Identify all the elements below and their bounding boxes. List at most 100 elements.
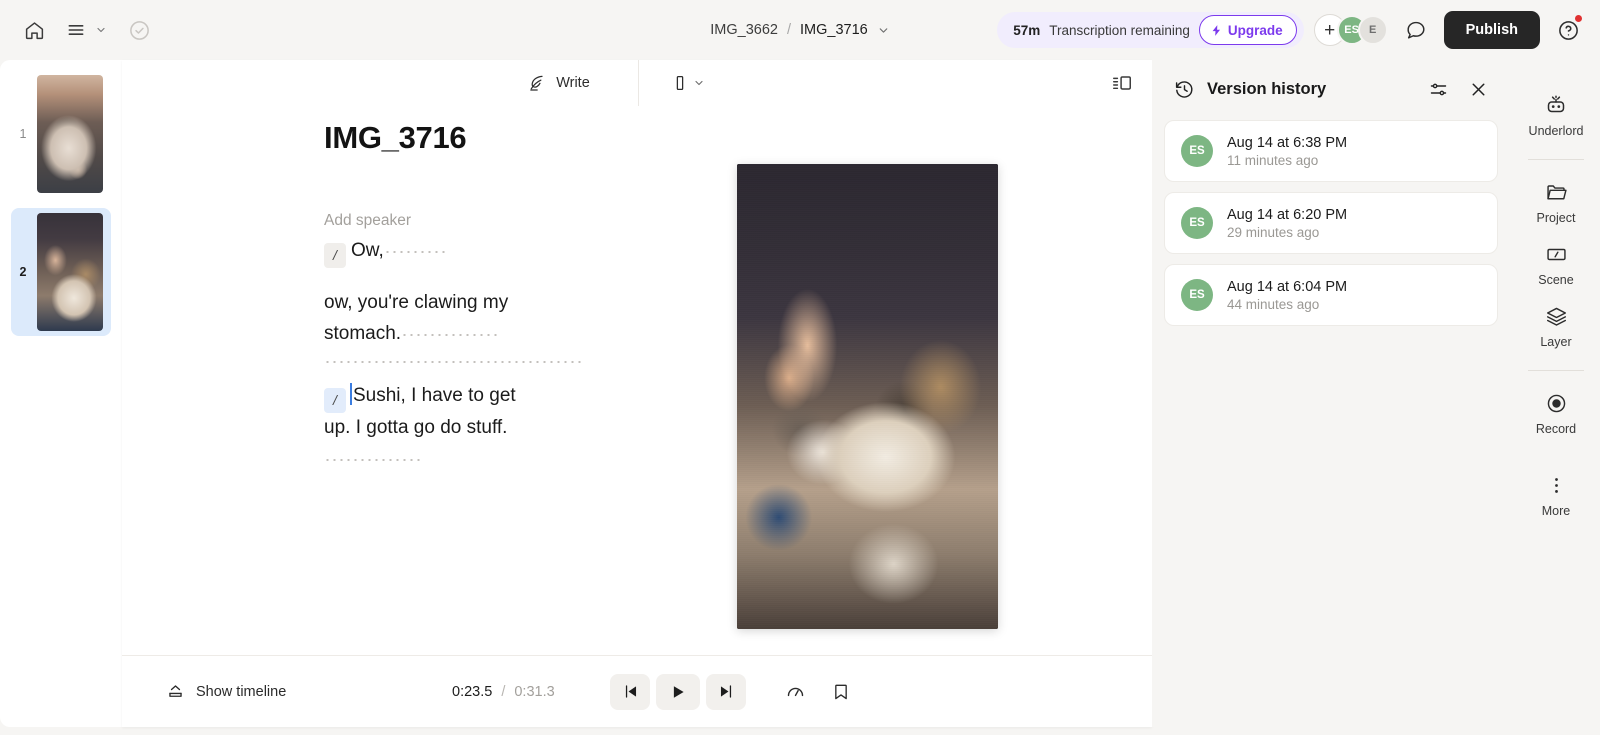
scene-marker-badge[interactable]: /	[324, 388, 346, 414]
editor-toolbar: Write	[122, 60, 1152, 106]
version-history-header: Version history	[1164, 60, 1498, 118]
rail-item-layer[interactable]: Layer	[1520, 296, 1592, 358]
layers-icon	[1545, 305, 1568, 328]
breadcrumb-current[interactable]: IMG_3716	[800, 22, 868, 38]
rail-label: Project	[1536, 211, 1576, 225]
rail-label: More	[1541, 504, 1571, 518]
avatar: ES	[1181, 135, 1213, 167]
transcript-text[interactable]: ow, you're clawing my stomach.	[324, 292, 508, 344]
right-panel-toggle-icon[interactable]	[1106, 67, 1138, 99]
breadcrumb-parent[interactable]: IMG_3662	[710, 22, 778, 38]
scene-thumbnail-1[interactable]	[37, 75, 103, 193]
upgrade-button[interactable]: Upgrade	[1198, 15, 1297, 45]
editor-main: IMG_3716 Add speaker / Ow, ow, you're cla…	[122, 106, 1152, 655]
show-timeline-label: Show timeline	[196, 683, 287, 700]
playback-speed-icon[interactable]	[777, 674, 813, 710]
right-rail: Underlord Project Scene Layer Record Mor…	[1512, 60, 1600, 727]
rail-item-underlord[interactable]: Underlord	[1520, 84, 1592, 147]
current-time: 0:23.5	[452, 683, 493, 700]
rail-item-record[interactable]: Record	[1520, 383, 1592, 445]
upgrade-label: Upgrade	[1227, 22, 1283, 38]
avatar: ES	[1181, 279, 1213, 311]
rail-label: Underlord	[1528, 124, 1584, 138]
toolbar-divider	[637, 60, 639, 106]
lightning-bolt-icon	[1210, 23, 1223, 38]
rail-item-project[interactable]: Project	[1520, 172, 1592, 234]
rail-item-more[interactable]: More	[1520, 465, 1592, 527]
scene-item-1[interactable]: 1	[11, 70, 111, 198]
pause-gap	[383, 245, 446, 253]
skip-to-end-icon[interactable]	[706, 673, 746, 710]
video-preview-column	[582, 106, 1152, 655]
write-label: Write	[556, 75, 590, 91]
rail-divider	[1528, 159, 1584, 160]
help-button-wrapper	[1550, 12, 1586, 48]
scene-item-2[interactable]: 2	[11, 208, 111, 336]
transcript-paragraph-2[interactable]: ow, you're clawing my stomach.	[324, 288, 542, 350]
more-vertical-icon	[1545, 474, 1568, 497]
scene-marker-badge[interactable]: /	[324, 242, 346, 268]
publish-button[interactable]: Publish	[1443, 11, 1540, 49]
transcript-text[interactable]: Ow,	[351, 240, 384, 261]
version-history-title: Version history	[1207, 79, 1327, 98]
document-title[interactable]: IMG_3716	[324, 120, 542, 156]
transcript-text[interactable]: Sushi, I have to get up. I gotta go do s…	[324, 385, 516, 438]
transcript-paragraph-3[interactable]: / Sushi, I have to get up. I gotta go do …	[324, 381, 542, 474]
robot-icon	[1544, 93, 1568, 117]
close-icon[interactable]	[1460, 71, 1496, 107]
top-bar: IMG_3662 / IMG_3716 57m Transcription re…	[0, 0, 1600, 60]
scene-frame-icon	[1545, 243, 1568, 266]
top-bar-left	[16, 12, 157, 48]
write-button[interactable]: Write	[517, 67, 600, 99]
collaborator-avatars: + ES E	[1313, 14, 1388, 46]
circle-check-icon[interactable]	[121, 12, 157, 48]
version-history-item[interactable]: ES Aug 14 at 6:38 PM 11 minutes ago	[1164, 120, 1498, 182]
quota-label: Transcription remaining	[1049, 22, 1190, 38]
transcript-paragraph-1[interactable]: / Ow,	[324, 236, 542, 268]
home-icon[interactable]	[16, 12, 52, 48]
add-speaker-button[interactable]: Add speaker	[324, 212, 411, 230]
breadcrumb-chevron-down-icon[interactable]	[877, 24, 890, 37]
version-history-list: ES Aug 14 at 6:38 PM 11 minutes ago ES A…	[1164, 118, 1498, 326]
rail-divider	[1528, 370, 1584, 371]
main-menu-button[interactable]	[58, 12, 107, 48]
sliders-icon[interactable]	[1420, 71, 1456, 107]
pause-gap-line	[324, 353, 582, 364]
skip-to-start-icon[interactable]	[610, 673, 650, 710]
show-timeline-button[interactable]: Show timeline	[158, 676, 294, 707]
footer-right-controls	[777, 674, 859, 710]
comment-bubble-icon[interactable]	[1398, 12, 1434, 48]
clock-rewind-icon	[1174, 79, 1195, 100]
rail-item-scene[interactable]: Scene	[1520, 234, 1592, 296]
hamburger-menu-icon[interactable]	[58, 12, 94, 48]
version-info: Aug 14 at 6:04 PM 44 minutes ago	[1227, 279, 1347, 312]
breadcrumb: IMG_3662 / IMG_3716	[710, 22, 889, 38]
record-circle-icon	[1545, 392, 1568, 415]
quill-pen-icon	[527, 73, 547, 93]
version-date: Aug 14 at 6:20 PM	[1227, 206, 1348, 223]
version-info: Aug 14 at 6:20 PM 29 minutes ago	[1227, 207, 1347, 240]
rail-label: Record	[1535, 422, 1577, 436]
version-info: Aug 14 at 6:38 PM 11 minutes ago	[1227, 135, 1347, 168]
pause-gap	[401, 327, 498, 336]
version-history-actions	[1420, 71, 1496, 107]
video-grain-overlay	[736, 164, 998, 629]
chevron-down-icon	[95, 24, 107, 36]
bookmark-icon[interactable]	[823, 674, 859, 710]
scene-thumbnail-2[interactable]	[37, 213, 103, 331]
text-cursor	[350, 383, 352, 406]
version-relative-time: 29 minutes ago	[1227, 224, 1320, 240]
quota-minutes: 57m	[1013, 22, 1041, 38]
version-relative-time: 44 minutes ago	[1227, 296, 1320, 312]
video-preview-frame[interactable]	[736, 164, 998, 629]
version-history-item[interactable]: ES Aug 14 at 6:04 PM 44 minutes ago	[1164, 264, 1498, 326]
avatar-e[interactable]: E	[1357, 15, 1388, 45]
transcript-column: IMG_3716 Add speaker / Ow, ow, you're cla…	[122, 106, 582, 655]
folder-icon	[1545, 181, 1568, 204]
rail-label: Layer	[1540, 335, 1572, 349]
playback-footer: Show timeline 0:23.5 / 0:31.3	[122, 655, 1152, 727]
version-history-item[interactable]: ES Aug 14 at 6:20 PM 29 minutes ago	[1164, 192, 1498, 254]
aspect-ratio-button[interactable]	[665, 69, 711, 97]
time-readout: 0:23.5 / 0:31.3	[452, 684, 555, 700]
play-icon[interactable]	[656, 673, 700, 710]
